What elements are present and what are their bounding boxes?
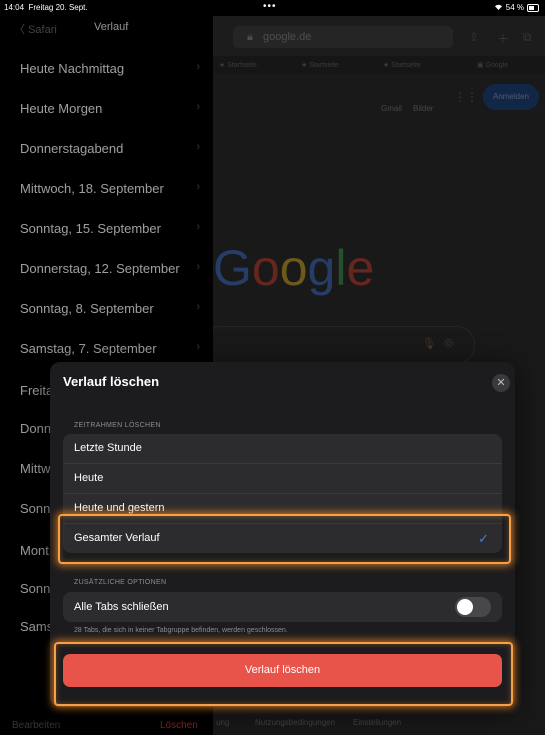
close-icon[interactable]: ✕ — [492, 374, 510, 392]
option-today[interactable]: Heute — [63, 464, 502, 494]
status-bar: 14:04 Freitag 20. Sept. ••• 54 % — [0, 0, 545, 16]
status-right: 54 % — [494, 3, 539, 12]
highlight-selection — [58, 514, 511, 564]
battery-percent: 54 % — [505, 3, 524, 12]
option-last-hour[interactable]: Letzte Stunde — [63, 434, 502, 464]
close-tabs-row: Alle Tabs schließen — [63, 592, 502, 622]
multitasking-dots[interactable]: ••• — [263, 1, 277, 12]
close-tabs-toggle[interactable] — [455, 597, 491, 617]
close-tabs-note: 28 Tabs, die sich in keiner Tabgruppe be… — [74, 627, 288, 634]
battery-icon — [527, 3, 539, 12]
dialog-title: Verlauf löschen — [63, 374, 160, 389]
clear-history-button[interactable]: Verlauf löschen — [63, 654, 502, 687]
timeframe-header: ZEITRAHMEN LÖSCHEN — [74, 422, 161, 429]
extra-options-header: ZUSÄTZLICHE OPTIONEN — [74, 579, 167, 586]
status-time: 14:04 Freitag 20. Sept. — [4, 3, 88, 12]
wifi-icon — [494, 3, 503, 12]
clear-history-dialog: Verlauf löschen ✕ ZEITRAHMEN LÖSCHEN Let… — [50, 362, 515, 707]
close-tabs-label: Alle Tabs schließen — [74, 601, 169, 613]
